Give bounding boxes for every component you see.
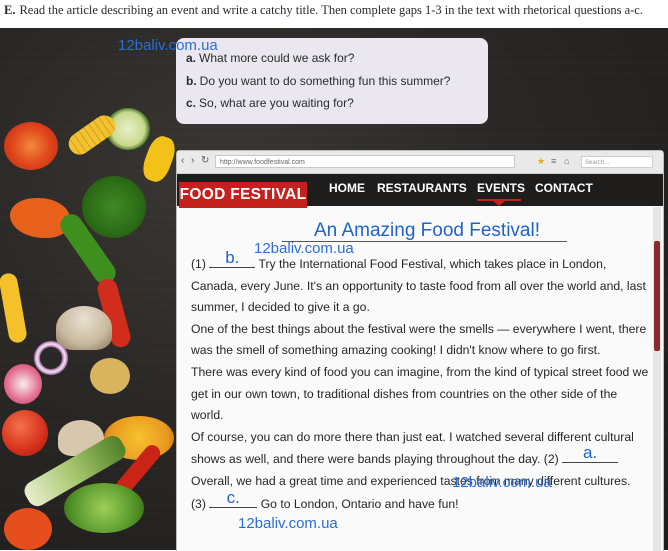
pepper-bottom bbox=[4, 508, 52, 550]
reload-icon[interactable]: ↻ bbox=[201, 155, 209, 167]
gap-3: c. bbox=[209, 488, 258, 508]
exercise-instruction: E. Read the article describing an event a… bbox=[0, 0, 668, 28]
forward-icon[interactable]: › bbox=[191, 155, 194, 167]
gap-answer: c. bbox=[226, 487, 240, 507]
scrollbar-thumb[interactable] bbox=[654, 241, 660, 351]
exercise-letter: E. bbox=[4, 3, 16, 17]
question-text: Do you want to do something fun this sum… bbox=[199, 74, 451, 88]
star-icon[interactable]: ★ bbox=[537, 156, 545, 166]
tomato bbox=[2, 410, 48, 456]
article-body: (1) b. Try the International Food Festiv… bbox=[191, 249, 651, 516]
nav-restaurants[interactable]: RESTAURANTS bbox=[377, 180, 467, 196]
paragraph-text: Try the International Food Festival, whi… bbox=[191, 257, 646, 315]
active-nav-caret bbox=[493, 201, 505, 206]
home-icon[interactable]: ⌂ bbox=[564, 156, 569, 166]
rhetorical-questions-box: a. What more could we ask for? b. Do you w… bbox=[176, 38, 488, 124]
browser-window: ‹ › ↻ http://www.foodfestival.com ★ ≡ ⌂ … bbox=[176, 150, 664, 551]
article-paragraph-5: Overall, we had a great time and experie… bbox=[191, 473, 631, 488]
potato bbox=[90, 358, 130, 394]
tomato-slice bbox=[4, 122, 58, 170]
address-bar[interactable]: http://www.foodfestival.com bbox=[215, 155, 515, 168]
watermark: 12baliv.com.ua bbox=[118, 37, 218, 54]
gap-answer: b. bbox=[225, 248, 240, 267]
nav-home[interactable]: HOME bbox=[329, 180, 365, 196]
gap-1: b. bbox=[209, 249, 256, 268]
nav-contact[interactable]: CONTACT bbox=[535, 180, 593, 196]
browser-search-input[interactable]: Search... bbox=[581, 156, 653, 168]
article-paragraph-1: (1) b. Try the International Food Festiv… bbox=[191, 249, 651, 319]
article-paragraph-6: (3) c. Go to London, Ontario and have fu… bbox=[191, 488, 651, 516]
gap-number: (3) bbox=[191, 496, 206, 511]
article-paragraph-2: One of the best things about the festiva… bbox=[191, 321, 647, 358]
article-paragraph-4: Of course, you can do more there than ju… bbox=[191, 427, 651, 471]
exercise-instruction-text: Read the article describing an event and… bbox=[19, 3, 643, 17]
article-paragraph-3: There was every kind of food you can ima… bbox=[191, 364, 649, 423]
nav-events[interactable]: EVENTS bbox=[477, 180, 525, 196]
question-text: So, what are you waiting for? bbox=[199, 96, 354, 110]
watermark: 12baliv.com.ua bbox=[254, 240, 354, 257]
back-icon[interactable]: ‹ bbox=[181, 155, 184, 167]
question-letter: c. bbox=[186, 96, 197, 110]
gap-2: a. bbox=[562, 444, 619, 464]
menu-icon[interactable]: ≡ bbox=[551, 156, 556, 166]
paragraph-text: Go to London, Ontario and have fun! bbox=[260, 496, 459, 511]
gap-answer: a. bbox=[582, 443, 598, 463]
watermark: 12baliv.com.ua bbox=[452, 474, 552, 491]
radish bbox=[4, 364, 42, 404]
browser-toolbar: ‹ › ↻ http://www.foodfestival.com ★ ≡ ⌂ … bbox=[177, 151, 663, 174]
question-c: c. So, what are you waiting for? bbox=[186, 94, 354, 112]
site-logo[interactable]: FOOD FESTIVAL bbox=[179, 182, 307, 208]
question-letter: b. bbox=[186, 74, 197, 88]
gap-number: (1) bbox=[191, 257, 206, 271]
watermark: 12baliv.com.ua bbox=[238, 515, 338, 532]
gap-number: (2) bbox=[543, 452, 559, 467]
broccoli bbox=[82, 176, 146, 238]
question-text: What more could we ask for? bbox=[199, 51, 355, 65]
lettuce bbox=[64, 483, 144, 533]
question-b: b. Do you want to do something fun this s… bbox=[186, 72, 450, 90]
